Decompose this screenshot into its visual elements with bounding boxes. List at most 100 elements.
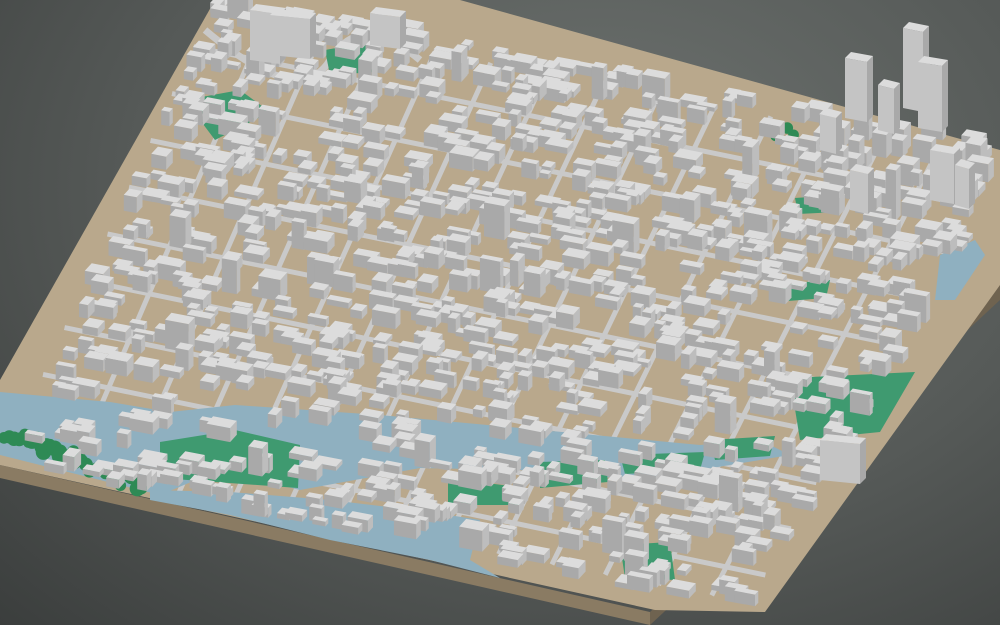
building [363,199,386,221]
building-front [574,352,591,370]
tower [270,9,316,59]
building [451,44,468,82]
building-side [147,274,151,293]
building [901,196,927,220]
building [281,395,300,419]
building-front [655,234,665,252]
tower [955,159,975,209]
building [835,277,852,295]
tower-front [955,165,969,209]
building-front [632,419,641,435]
building-front [303,84,314,97]
building-front [687,234,703,251]
building [123,188,143,214]
building-front [267,413,277,429]
building-side [792,438,796,468]
tower-front [820,440,860,484]
building [108,322,132,342]
building [411,159,429,189]
building-front [591,66,604,101]
building-side [504,200,510,241]
tower-side [836,112,842,154]
map-viewport[interactable] [0,0,1000,625]
building-side [738,473,743,513]
building-front [781,440,793,468]
building [472,404,486,419]
building [462,375,480,392]
building [131,333,146,354]
building [598,364,624,389]
building [539,169,552,180]
building [206,416,237,443]
building-front [161,110,170,127]
building [602,514,626,556]
building [521,158,540,180]
building-front [232,85,242,98]
building [523,265,546,298]
building [687,228,708,251]
building-front [347,225,358,242]
tower-front [845,58,867,122]
building-front [849,391,870,416]
building [132,271,151,293]
building [298,459,323,482]
tower-side [867,56,873,122]
building-front [528,319,543,336]
building [169,208,192,250]
building [381,174,411,200]
tower [820,108,842,154]
building-front [625,73,638,90]
building [566,388,579,406]
building [680,411,699,430]
building [133,356,160,383]
building [781,436,796,468]
building [768,279,792,305]
building-front [509,259,519,288]
building-front [872,132,887,159]
building-front [281,399,296,419]
building [558,527,583,551]
building [683,294,711,317]
building [806,234,823,255]
building-side [185,211,192,250]
building-front [555,497,565,508]
building-front [806,239,819,255]
building-front [447,317,456,334]
building [826,377,850,400]
building-front [871,359,886,377]
building [867,278,890,297]
building-front [206,184,222,201]
building [556,304,580,330]
building [361,121,386,146]
building-front [715,245,730,262]
building [161,106,173,127]
building-front [137,473,147,492]
building [625,68,643,90]
building [371,304,401,330]
building [589,191,607,210]
building-front [890,138,903,158]
building [458,464,487,491]
building [308,404,332,427]
building [632,481,658,506]
building [230,305,253,330]
building-front [471,357,482,372]
tower-front [918,62,942,132]
city-model[interactable] [0,0,1000,625]
building-front [821,188,840,216]
tower [820,434,866,484]
building-side [869,392,873,416]
tower-side [942,60,948,132]
building [131,171,151,188]
building-front [331,514,343,530]
building-front [791,106,805,124]
building [215,481,231,503]
building [871,352,892,377]
building [248,439,269,477]
building [834,222,850,239]
building [714,394,737,435]
tower-front [820,114,836,154]
building [849,388,873,416]
building [258,104,280,137]
building [174,118,198,143]
